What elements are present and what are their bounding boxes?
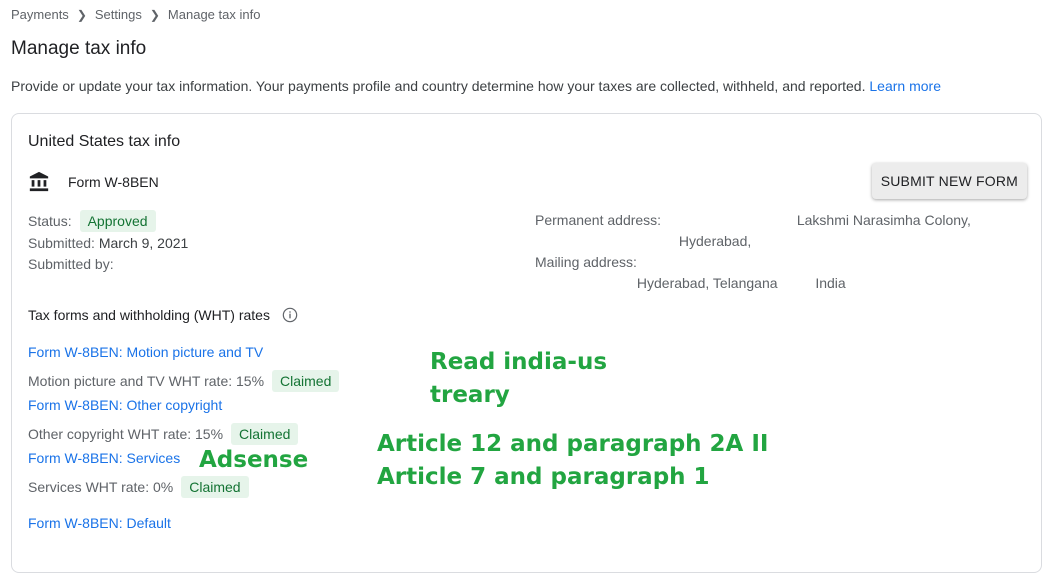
annotation-adsense: Adsense: [199, 447, 309, 473]
status-badge: Approved: [79, 210, 156, 232]
submitted-row: Submitted: March 9, 2021: [28, 233, 188, 254]
mailing-address-city: Hyderabad, Telangana: [636, 275, 778, 291]
page-title: Manage tax info: [11, 38, 147, 59]
wht-section-title: Tax forms and withholding (WHT) rates: [28, 307, 298, 323]
chevron-right-icon: ❯: [149, 7, 160, 22]
submit-new-form-button[interactable]: SUBMIT NEW FORM: [871, 163, 1027, 199]
mailing-address-label: Mailing address:: [535, 254, 637, 270]
form-link-default[interactable]: Form W-8BEN: Default: [28, 515, 171, 531]
annotation-read-treaty: Read india-us treary: [430, 346, 607, 412]
card-title: United States tax info: [28, 133, 181, 150]
permanent-address-line2: Hyderabad,: [535, 231, 1035, 252]
wht-item-motion-picture: Form W-8BEN: Motion picture and TV: [28, 344, 263, 360]
wht-item-services: Form W-8BEN: Services: [28, 450, 180, 466]
address-block: Permanent address: Lakshmi Narasimha Col…: [535, 210, 1035, 294]
submitted-date: March 9, 2021: [98, 235, 189, 251]
permanent-address-line1: Permanent address: Lakshmi Narasimha Col…: [535, 210, 1035, 231]
form-link-motion-picture[interactable]: Form W-8BEN: Motion picture and TV: [28, 344, 263, 360]
mailing-address-line2: Hyderabad, Telangana India: [535, 273, 1035, 294]
claimed-badge: Claimed: [181, 476, 249, 498]
breadcrumb-current: Manage tax info: [167, 7, 261, 22]
permanent-address-colony: Lakshmi Narasimha Colony,: [796, 212, 971, 228]
learn-more-link[interactable]: Learn more: [869, 78, 941, 94]
bank-icon: [29, 171, 49, 192]
intro-text: Provide or update your tax information. …: [11, 78, 941, 94]
wht-rate-motion-picture: Motion picture and TV WHT rate: 15% Claim…: [28, 370, 340, 392]
wht-rate-text: Services WHT rate: 0%: [28, 479, 174, 495]
chevron-right-icon: ❯: [76, 7, 87, 22]
tax-info-card: United States tax info Form W-8BEN SUBMI…: [11, 113, 1042, 573]
redacted-text: [535, 277, 633, 292]
submitted-label: Submitted:: [28, 235, 95, 251]
annotation-read-line1: Read india-us: [430, 349, 608, 375]
claimed-badge: Claimed: [231, 423, 299, 445]
redacted-text: [664, 214, 793, 229]
status-label: Status:: [28, 213, 72, 229]
claimed-badge: Claimed: [272, 370, 340, 392]
wht-item-other-copyright: Form W-8BEN: Other copyright: [28, 397, 222, 413]
redacted-text: [781, 277, 812, 292]
form-link-services[interactable]: Form W-8BEN: Services: [28, 450, 180, 466]
info-icon[interactable]: [282, 307, 298, 323]
mailing-address-country: India: [815, 275, 846, 291]
breadcrumb-settings[interactable]: Settings: [95, 7, 142, 22]
status-row: Status: Approved: [28, 210, 188, 233]
status-block: Status: Approved Submitted: March 9, 2021…: [28, 210, 188, 275]
annotation-article-line2: Article 7 and paragraph 1: [377, 464, 710, 490]
wht-item-default: Form W-8BEN: Default: [28, 515, 171, 531]
breadcrumb-payments[interactable]: Payments: [11, 7, 69, 22]
wht-rate-other-copyright: Other copyright WHT rate: 15% Claimed: [28, 423, 299, 445]
wht-rate-text: Other copyright WHT rate: 15%: [28, 426, 224, 442]
wht-rate-services: Services WHT rate: 0% Claimed: [28, 476, 249, 498]
form-link-other-copyright[interactable]: Form W-8BEN: Other copyright: [28, 397, 222, 413]
submitted-by-label: Submitted by:: [28, 256, 114, 272]
mailing-address-line1: Mailing address:: [535, 252, 1035, 273]
breadcrumb: Payments ❯ Settings ❯ Manage tax info: [11, 7, 260, 22]
annotation-read-line2: treary: [430, 382, 510, 408]
redacted-name: [117, 258, 188, 273]
form-row: Form W-8BEN: [28, 171, 159, 193]
wht-section-label: Tax forms and withholding (WHT) rates: [28, 307, 270, 323]
form-name: Form W-8BEN: [68, 174, 159, 190]
redacted-text: [535, 235, 675, 250]
permanent-address-label: Permanent address:: [535, 212, 662, 228]
permanent-address-city: Hyderabad,: [678, 233, 752, 249]
annotation-articles: Article 12 and paragraph 2A II Article 7…: [377, 428, 768, 494]
submitted-by-row: Submitted by:: [28, 254, 188, 275]
annotation-article-line1: Article 12 and paragraph 2A II: [377, 431, 769, 457]
wht-rate-text: Motion picture and TV WHT rate: 15%: [28, 373, 265, 389]
intro-description: Provide or update your tax information. …: [11, 78, 866, 94]
